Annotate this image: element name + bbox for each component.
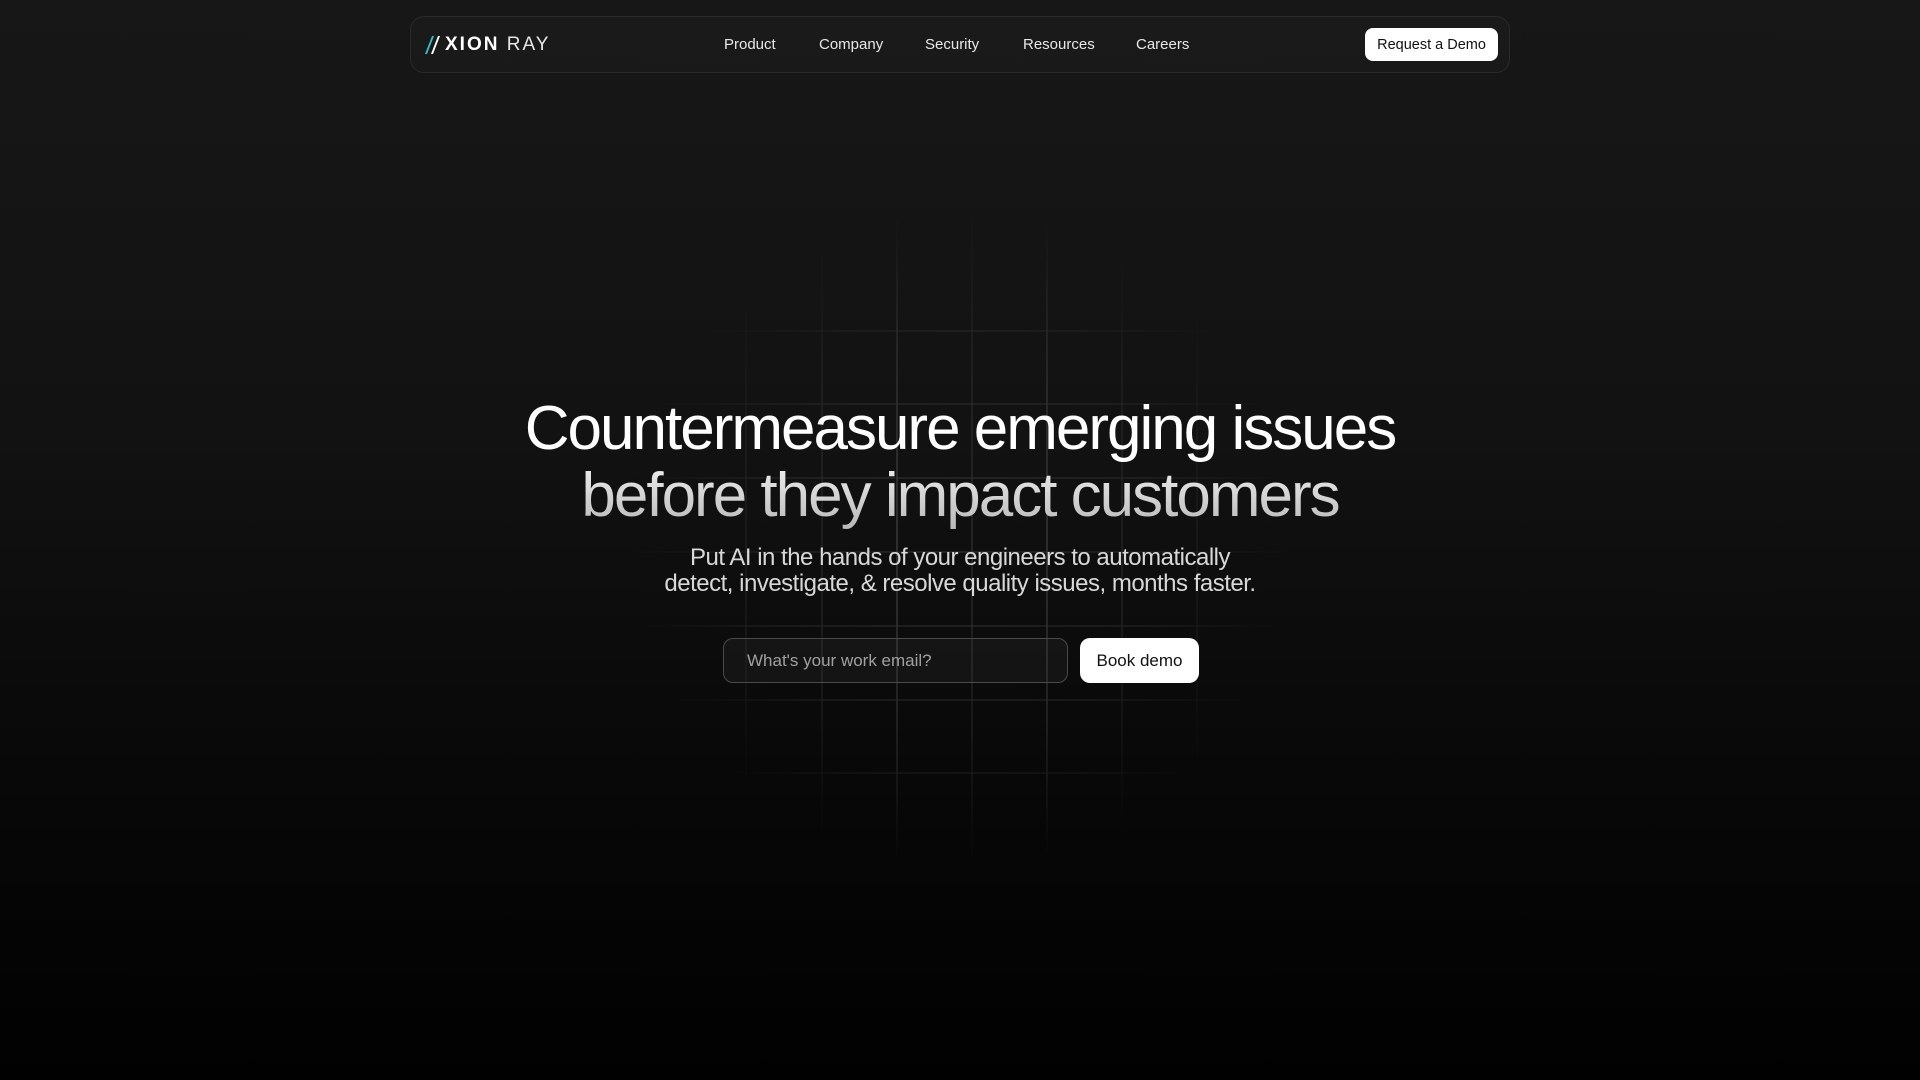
grid-backdrop [600,200,1320,880]
book-demo-button[interactable]: Book demo [1080,638,1199,683]
landing-page: XION RAY Product Company Security Resour… [0,0,1920,1080]
hero-title-line-1: Countermeasure emerging issues [524,394,1397,463]
hero-title: Countermeasure emerging issues before th… [0,395,1920,529]
nav-menu: Product Company Security Resources Caree… [411,17,1509,72]
nav-item-careers[interactable]: Careers [1136,35,1189,55]
nav-item-resources[interactable]: Resources [1023,35,1095,55]
nav-item-company[interactable]: Company [819,35,883,55]
nav-item-product[interactable]: Product [724,35,776,55]
nav-item-security[interactable]: Security [925,35,979,55]
hero-subtitle-line-1: Put AI in the hands of your engineers to… [689,544,1231,571]
hero-title-line-2: before they impact customers [0,462,1920,529]
demo-signup-form: Book demo [723,638,1199,683]
top-navbar: XION RAY Product Company Security Resour… [410,16,1510,73]
hero-subtitle: Put AI in the hands of your engineers to… [0,545,1920,597]
work-email-input[interactable] [723,638,1068,683]
request-demo-button[interactable]: Request a Demo [1365,28,1498,61]
hero-subtitle-line-2: detect, investigate, & resolve quality i… [664,570,1256,597]
